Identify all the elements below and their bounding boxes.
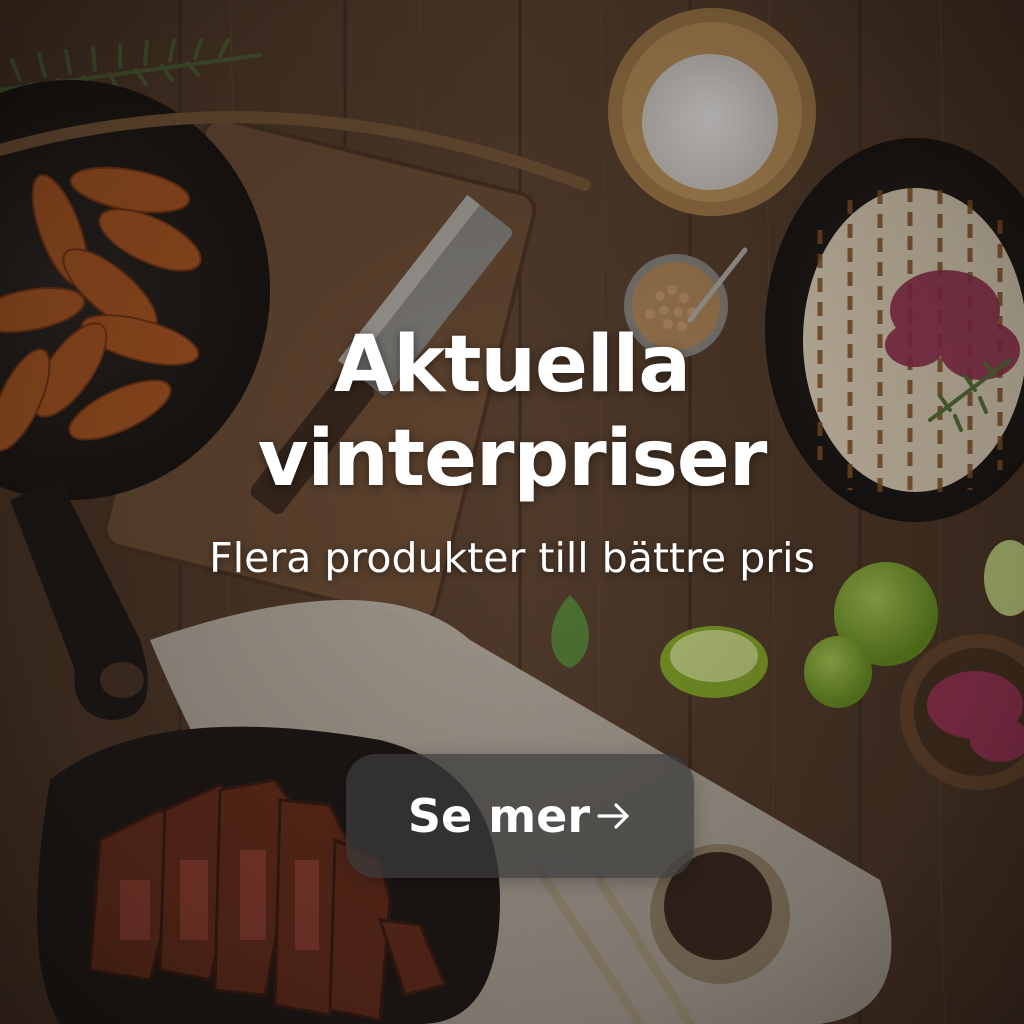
arrow-right-icon bbox=[597, 803, 629, 829]
subheadline: Flera produkter till bättre pris bbox=[209, 534, 815, 582]
headline-line-2: vinterpriser bbox=[257, 414, 768, 504]
headline-line-1: Aktuella bbox=[333, 320, 691, 410]
see-more-button[interactable]: Se mer bbox=[346, 754, 694, 878]
promo-banner: Aktuella vinterpriser Flera produkter ti… bbox=[0, 0, 1024, 1024]
see-more-label: Se mer bbox=[407, 789, 591, 843]
